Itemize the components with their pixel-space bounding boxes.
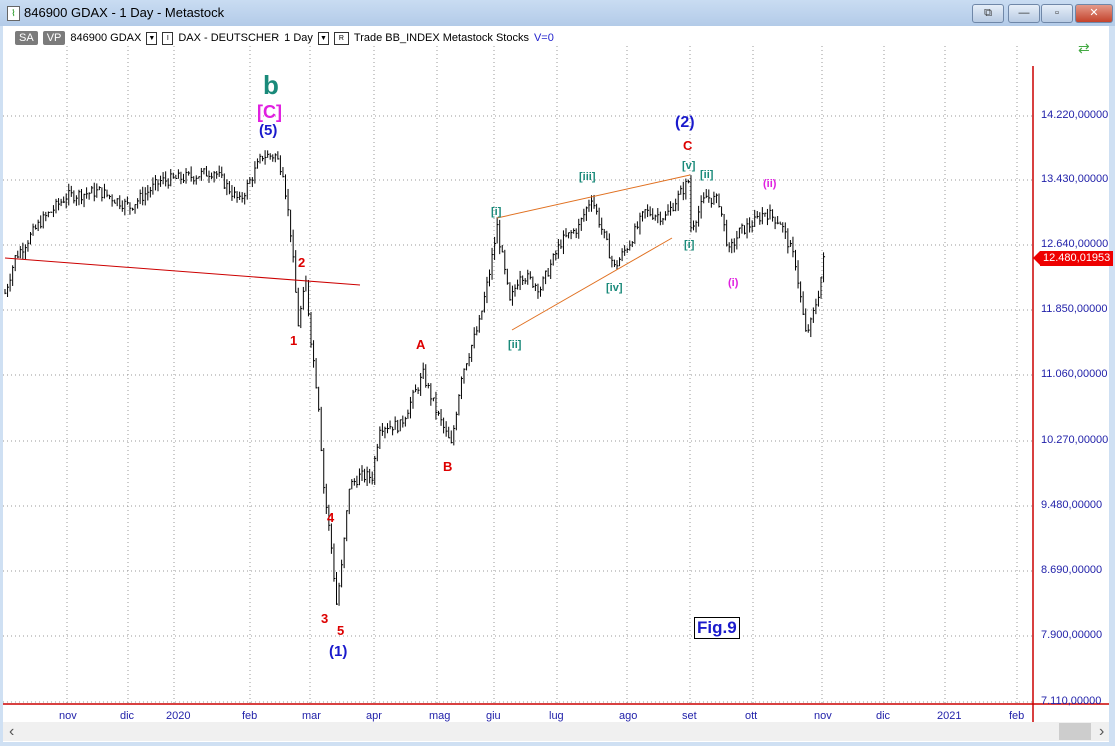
y-tick-label: 14.220,00000: [1041, 109, 1109, 121]
horizontal-scrollbar[interactable]: ‹ ›: [3, 722, 1109, 741]
scrollbar-thumb[interactable]: [1059, 723, 1091, 740]
trend-line: [4, 257, 361, 286]
wave-label: (i): [728, 277, 739, 289]
y-tick-label: 8.690,00000: [1041, 564, 1103, 576]
chart-sync-icon[interactable]: ⇄: [1078, 40, 1090, 57]
x-tick-label: giu: [486, 710, 501, 722]
wave-label: (1): [329, 643, 348, 660]
y-tick-label: 7.900,00000: [1041, 629, 1103, 641]
wave-label: 5: [337, 623, 345, 638]
y-tick-label: 13.430,00000: [1041, 173, 1109, 185]
x-tick-label: ott: [745, 710, 758, 722]
wave-label: [i]: [684, 239, 695, 251]
wave-label: (ii): [763, 178, 777, 190]
x-tick-label: 2020: [166, 710, 191, 722]
x-tick-label: nov: [814, 710, 832, 722]
wave-label: [iv]: [606, 282, 623, 294]
x-tick-label: 2021: [937, 710, 962, 722]
chart-toolbar: SA VP 846900 GDAX ▼ I DAX - DEUTSCHER 1 …: [15, 30, 554, 46]
figure-label: Fig.9: [694, 617, 740, 639]
last-price-flag: 12.480,01953: [1032, 251, 1114, 266]
close-button[interactable]: ✕: [1075, 4, 1113, 23]
title-bar: ⌇ 846900 GDAX - 1 Day - Metastock ⧉ — ▫ …: [0, 0, 1115, 26]
scroll-left-icon[interactable]: ‹: [9, 723, 14, 741]
sa-button[interactable]: SA: [15, 31, 38, 45]
wave-label: (2): [675, 114, 695, 131]
symbol-label: 846900 GDAX: [70, 32, 142, 44]
y-tick-label: 10.270,00000: [1041, 434, 1109, 446]
data-source-label: Trade BB_INDEX Metastock Stocks: [353, 32, 529, 44]
detach-button[interactable]: ⧉: [972, 4, 1004, 23]
wave-label: [v]: [682, 160, 696, 172]
document-icon: ⌇: [7, 6, 20, 21]
wave-label: [i]: [491, 206, 502, 218]
wave-label: [C]: [257, 102, 282, 122]
diagonal-lower-line: [511, 237, 673, 331]
wave-label: 1: [290, 333, 298, 348]
wave-label: B: [443, 459, 453, 474]
wave-label: C: [683, 138, 693, 153]
wave-label: (5): [259, 122, 278, 139]
x-tick-label: ago: [619, 710, 638, 722]
wave-label: [iii]: [579, 171, 596, 183]
vp-button[interactable]: VP: [42, 31, 66, 45]
minimize-button[interactable]: —: [1008, 4, 1040, 23]
r-dropdown[interactable]: R: [333, 31, 349, 45]
window-title: 846900 GDAX - 1 Day - Metastock: [24, 5, 225, 20]
wave-label: 3: [321, 611, 329, 626]
x-tick-label: feb: [242, 710, 258, 722]
y-tick-label: 11.060,00000: [1041, 368, 1108, 380]
security-name: DAX - DEUTSCHER: [178, 32, 280, 44]
wave-label: [ii]: [508, 339, 522, 351]
y-tick-label: 9.480,00000: [1041, 499, 1103, 511]
x-tick-label: apr: [366, 710, 382, 722]
symbol-dropdown[interactable]: ▼: [146, 31, 158, 45]
y-tick-label: 11.850,00000: [1041, 303, 1108, 315]
y-tick-label: 12.640,00000: [1041, 238, 1109, 250]
period-dropdown[interactable]: ▼: [317, 31, 329, 45]
indicator-dropdown[interactable]: I: [162, 31, 174, 45]
x-tick-label: set: [682, 710, 697, 722]
scroll-right-icon[interactable]: ›: [1099, 723, 1104, 741]
y-tick-label: 7.110,00000: [1041, 695, 1102, 707]
price-chart[interactable]: [3, 26, 1109, 742]
period-label: 1 Day: [284, 32, 313, 44]
x-tick-label: feb: [1009, 710, 1025, 722]
x-tick-label: mag: [429, 710, 451, 722]
x-tick-label: nov: [59, 710, 77, 722]
volume-label: V=0: [533, 32, 554, 44]
x-tick-label: mar: [302, 710, 321, 722]
maximize-button[interactable]: ▫: [1041, 4, 1073, 23]
x-tick-label: dic: [120, 710, 135, 722]
wave-label: A: [416, 337, 426, 352]
x-tick-label: lug: [549, 710, 564, 722]
wave-label: b: [263, 70, 279, 100]
wave-label: [ii]: [700, 169, 714, 181]
wave-label: 2: [298, 255, 306, 270]
chart-window: SA VP 846900 GDAX ▼ I DAX - DEUTSCHER 1 …: [3, 26, 1109, 742]
x-tick-label: dic: [876, 710, 891, 722]
wave-label: 4: [327, 510, 335, 525]
